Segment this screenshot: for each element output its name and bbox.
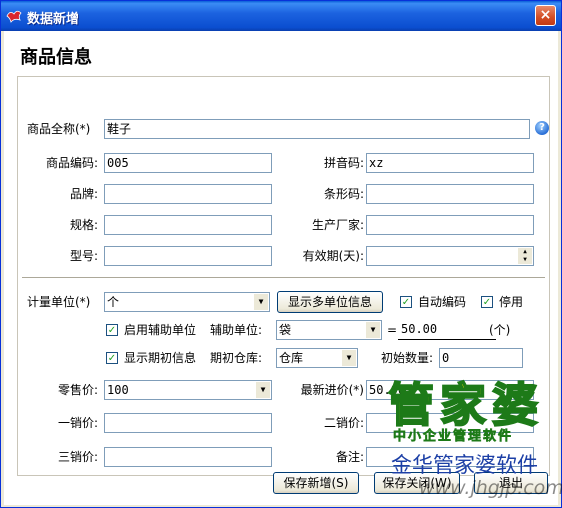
barcode-input[interactable]	[366, 184, 534, 204]
title-bar[interactable]: 数据新增 ×	[1, 1, 561, 31]
unit-select[interactable]: 个 ▼	[104, 292, 270, 312]
auto-code-label: 自动编码	[418, 295, 467, 309]
latest-buy-label: 最新进价(*)	[300, 383, 364, 397]
help-icon[interactable]: ?	[535, 121, 549, 135]
aux-unit-enable-checkbox[interactable]: ✓	[106, 324, 118, 336]
retail-price-value: 100	[107, 383, 129, 397]
expiry-label: 有效期(天):	[302, 249, 364, 263]
chevron-down-icon[interactable]: ▼	[366, 322, 380, 338]
initial-qty-label: 初始数量:	[381, 351, 434, 365]
maker-label: 生产厂家:	[311, 218, 364, 232]
price3-input[interactable]	[104, 447, 272, 467]
equals-sign: =	[387, 323, 398, 337]
chevron-down-icon[interactable]: ▼	[342, 350, 356, 366]
unit-label: 计量单位(*)	[27, 295, 91, 309]
disable-checkbox[interactable]: ✓	[481, 296, 493, 308]
ratio-input[interactable]: 50.00	[398, 320, 482, 340]
chevron-down-icon[interactable]: ▼	[254, 294, 268, 310]
aux-unit-select[interactable]: 袋 ▼	[276, 320, 382, 340]
aux-unit-label: 辅助单位:	[210, 323, 263, 337]
retail-price-select[interactable]: 100 ▼	[104, 380, 272, 400]
price1-label: 一销价:	[57, 416, 98, 430]
auto-code-checkbox[interactable]: ✓	[400, 296, 412, 308]
price1-input[interactable]	[104, 413, 272, 433]
dialog-window: 数据新增 × 商品信息 商品全称(*) 鞋子 ? 商品编码: 005 拼音码: …	[0, 0, 562, 508]
price3-label: 三销价:	[57, 450, 98, 464]
show-multi-unit-button[interactable]: 显示多单位信息	[277, 291, 383, 313]
spin-up-icon[interactable]: ▲	[518, 248, 532, 256]
pinyin-label: 拼音码:	[323, 156, 364, 170]
window-title: 数据新增	[27, 12, 80, 27]
save-new-button[interactable]: 保存新增(S)	[273, 472, 359, 494]
spin-down-icon[interactable]: ▼	[518, 256, 532, 264]
disable-label: 停用	[499, 295, 524, 309]
brand-input[interactable]	[104, 184, 272, 204]
initial-store-select[interactable]: 仓库 ▼	[276, 348, 358, 368]
model-input[interactable]	[104, 246, 272, 266]
brand-label: 品牌:	[69, 187, 98, 201]
note-label: 备注:	[335, 450, 364, 464]
initial-store-label: 期初仓库:	[210, 351, 263, 365]
spec-input[interactable]	[104, 215, 272, 235]
show-initial-checkbox[interactable]: ✓	[106, 352, 118, 364]
page-title: 商品信息	[20, 47, 92, 68]
watermark-url: www.jhgjp.com	[419, 477, 562, 499]
unit-value: 个	[107, 295, 120, 309]
close-button[interactable]: ×	[535, 5, 556, 26]
spec-label: 规格:	[69, 218, 98, 232]
price2-label: 二销价:	[323, 416, 364, 430]
section-divider	[22, 277, 545, 281]
initial-qty-input[interactable]: 0	[439, 348, 523, 368]
expiry-spinner[interactable]: ▲ ▼	[518, 248, 532, 264]
initial-store-value: 仓库	[279, 351, 304, 365]
retail-price-label: 零售价:	[57, 383, 98, 397]
ratio-unit: (个)	[489, 323, 511, 337]
code-label: 商品编码:	[45, 156, 98, 170]
show-initial-label: 显示期初信息	[124, 351, 197, 365]
watermark-company: 金华管家婆软件	[391, 453, 538, 477]
ratio-underline	[398, 339, 496, 340]
pinyin-input[interactable]: xz	[366, 153, 534, 173]
model-label: 型号:	[69, 249, 98, 263]
watermark-slogan: 中小企业管理软件	[393, 429, 514, 445]
full-name-label: 商品全称(*)	[27, 122, 91, 136]
aux-unit-value: 袋	[279, 323, 292, 337]
aux-unit-enable-label: 启用辅助单位	[124, 323, 197, 337]
code-input[interactable]: 005	[104, 153, 272, 173]
app-logo-icon	[6, 10, 22, 23]
expiry-input[interactable]: ▲ ▼	[366, 246, 534, 266]
barcode-label: 条形码:	[323, 187, 364, 201]
maker-input[interactable]	[366, 215, 534, 235]
full-name-input[interactable]: 鞋子	[104, 119, 530, 139]
